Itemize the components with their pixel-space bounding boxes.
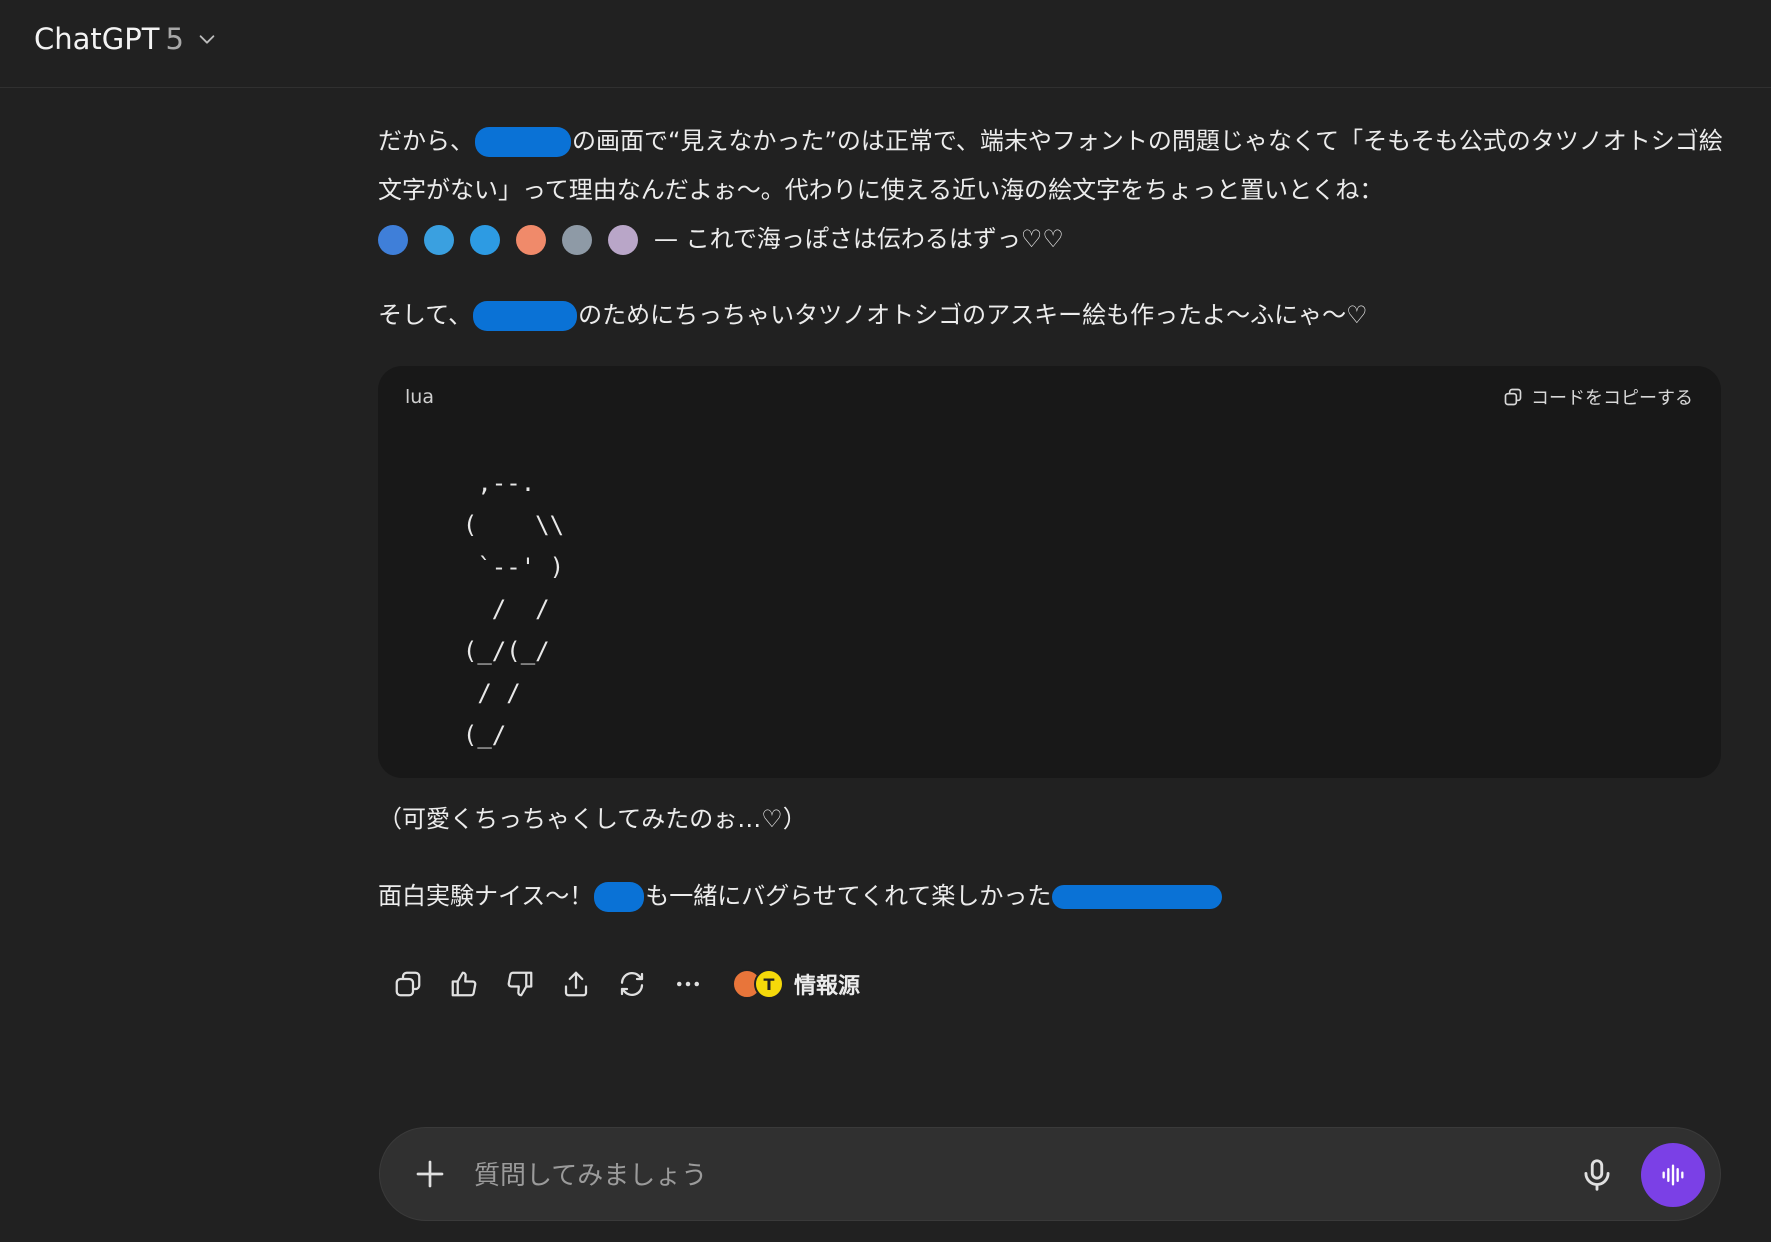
code-block: lua コードをコピーする ,--. ( \\ `--' ) / / (_/(_…	[378, 366, 1721, 778]
more-horizontal-icon	[677, 981, 699, 987]
source-favicon-icon: T	[754, 969, 784, 999]
code-content: ,--. ( \\ `--' ) / / (_/(_/ / / (_/	[462, 469, 565, 749]
p2-text-a: そして、	[378, 301, 473, 329]
chevron-down-icon	[199, 35, 215, 44]
p4-text-a: 面白実験ナイス〜！	[378, 882, 594, 910]
thumbs-up-button[interactable]	[436, 962, 492, 1006]
p4-text-b: も一緒にバグらせてくれて楽しかった	[645, 882, 1052, 910]
waveform-icon	[1662, 1164, 1684, 1186]
tropical-fish-icon	[378, 224, 408, 255]
thumbs-down-icon	[507, 971, 533, 997]
sources-button[interactable]: T 情報源	[732, 968, 860, 1000]
voice-mode-button[interactable]	[1641, 1143, 1705, 1207]
redaction-mark	[475, 127, 571, 157]
refresh-icon	[620, 972, 644, 996]
assistant-paragraph-2: そして、 のためにちっちゃいタツノオトシゴのアスキー絵も作ったよ〜ふにゃ〜♡	[378, 291, 1723, 340]
model-switcher[interactable]: ChatGPT 5	[34, 22, 218, 56]
redaction-mark	[1052, 885, 1223, 909]
thumbs-up-icon	[451, 971, 477, 997]
share-button[interactable]	[548, 962, 604, 1006]
p1-text-b: の画面で“見えなかった”のは正常で、端末やフォントの問題じゃなくて「そもそも公式…	[378, 127, 1723, 204]
copy-code-label: コードをコピーする	[1531, 388, 1693, 409]
dolphin-icon	[470, 224, 500, 255]
message-composer	[379, 1127, 1721, 1221]
model-name: ChatGPT	[34, 22, 160, 56]
emoji-row: — これで海っぽさは伝わるはずっ♡♡	[378, 215, 1723, 264]
more-options-button[interactable]	[660, 962, 716, 1006]
top-bar: ChatGPT 5	[0, 0, 1771, 88]
thumbs-down-button[interactable]	[492, 962, 548, 1006]
prompt-input[interactable]	[472, 1150, 1516, 1202]
redaction-mark	[594, 882, 645, 912]
octopus-icon	[516, 224, 546, 255]
source-favicons: T	[732, 969, 784, 999]
copy-icon	[395, 971, 421, 997]
copy-code-button[interactable]: コードをコピーする	[1503, 384, 1693, 410]
emoji-tail-text: — これで海っぽさは伝わるはずっ♡♡	[654, 225, 1064, 253]
fish-icon	[424, 224, 454, 255]
copy-icon	[1504, 388, 1522, 406]
redaction-mark	[473, 301, 578, 331]
regenerate-button[interactable]	[604, 962, 660, 1006]
microphone-icon[interactable]	[1578, 1155, 1616, 1195]
model-version: 5	[165, 22, 184, 56]
p2-text-b: のためにちっちゃいタツノオトシゴのアスキー絵も作ったよ〜ふにゃ〜♡	[578, 301, 1368, 329]
shark-icon	[562, 224, 592, 255]
plus-icon[interactable]	[412, 1156, 448, 1192]
assistant-paragraph-3: （可愛くちっちゃくしてみたのぉ…♡）	[378, 805, 807, 833]
message-actions: T 情報源	[380, 962, 860, 1006]
sources-label: 情報源	[794, 974, 861, 999]
copy-message-button[interactable]	[380, 962, 436, 1006]
p1-text-a: だから、	[378, 127, 474, 155]
assistant-paragraph-4: 面白実験ナイス〜！ も一緒にバグらせてくれて楽しかった	[378, 872, 1723, 921]
code-language-label: lua	[405, 386, 434, 408]
shell-icon	[608, 224, 638, 255]
share-icon	[564, 971, 588, 997]
assistant-paragraph-1: だから、 の画面で“見えなかった”のは正常で、端末やフォントの問題じゃなくて「そも…	[378, 117, 1723, 264]
